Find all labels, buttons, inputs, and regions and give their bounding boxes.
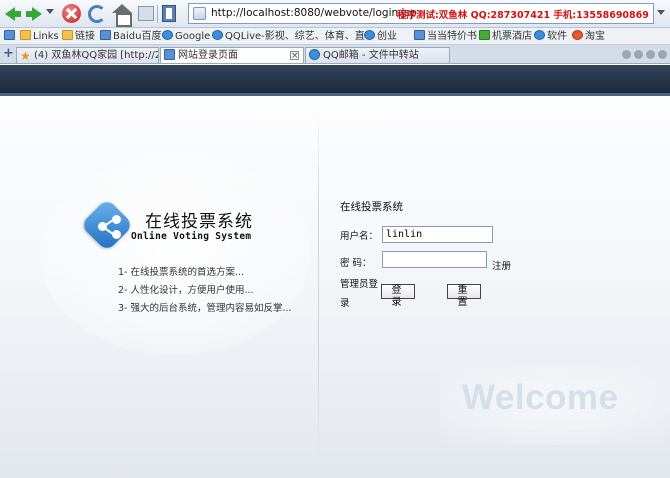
bookmark-label: QQLive-影视、综艺、体育、直播，...	[225, 31, 365, 42]
left-glow	[40, 155, 310, 355]
tab-menu-icon[interactable]	[622, 50, 631, 59]
toolbar-separator	[157, 5, 158, 23]
tab-label: QQ邮箱 - 文件中转站	[323, 50, 419, 61]
admin-login-link[interactable]: 管理员登 录	[340, 276, 378, 309]
tab-qq-mail[interactable]: QQ邮箱 - 文件中转站	[305, 47, 450, 63]
tab-login-page[interactable]: 网站登录页面 ×	[160, 47, 304, 63]
address-bar[interactable]: http://localhost:8080/webvote/login.jsp …	[188, 3, 654, 24]
folder-icon	[62, 30, 73, 40]
back-arrow-icon[interactable]	[3, 4, 23, 24]
brand-name-cn: 在线投票系统	[145, 212, 253, 232]
history-dropdown-icon[interactable]	[46, 9, 54, 14]
bookmark-item[interactable]: 当当特价书	[414, 30, 477, 43]
bookmark-item[interactable]: QQLive-影视、综艺、体育、直播，...	[212, 30, 365, 43]
new-tab-icon[interactable]: +	[3, 47, 15, 60]
welcome-text: Welcome	[462, 378, 619, 417]
close-tab-icon[interactable]: ×	[290, 51, 299, 61]
forward-arrow-icon[interactable]	[24, 4, 44, 24]
admin-link-line1: 管理员登	[340, 279, 379, 290]
register-link[interactable]: 注册	[492, 258, 511, 272]
voting-logo-icon	[80, 198, 134, 252]
bookmark-label: Links	[33, 31, 59, 42]
bookmark-bar-icon	[4, 30, 17, 43]
address-note: 程序测试:双鱼林 QQ:287307421 手机:13558690869	[397, 10, 649, 21]
tab-qq-home[interactable]: ★(4) 双鱼林QQ家园 [http://28...	[16, 47, 159, 63]
password-input[interactable]	[382, 251, 487, 268]
page-favicon-icon	[193, 7, 206, 20]
login-button[interactable]: 登 录	[381, 284, 415, 308]
page-icon	[164, 49, 175, 60]
bookmark-label: Google	[175, 31, 211, 42]
bookmarks-bar: Links 链接 Baidu百度 Google QQLive-影视、综艺、体育、…	[0, 28, 670, 45]
browser-toolbar: http://localhost:8080/webvote/login.jsp …	[0, 0, 670, 28]
flight-icon	[479, 30, 490, 40]
bookmarks-book-icon	[4, 30, 15, 40]
center-divider	[318, 105, 319, 465]
software-icon	[534, 30, 545, 40]
tab-label: 网站登录页面	[178, 50, 238, 61]
bookmark-item[interactable]: Google	[162, 30, 210, 43]
tab-list-icon[interactable]	[658, 50, 667, 59]
tab-scroll-left-icon[interactable]	[634, 50, 643, 59]
username-input[interactable]	[382, 226, 493, 243]
bookmark-item[interactable]: 链接	[62, 30, 95, 43]
address-dropdown-icon[interactable]	[657, 10, 665, 15]
baidu-icon	[100, 30, 111, 40]
reset-button[interactable]: 重 置	[447, 284, 481, 308]
qqlive-icon	[212, 30, 223, 40]
taobao-icon	[572, 30, 583, 40]
bookmark-item[interactable]: 创业	[364, 30, 397, 43]
startup-icon	[364, 30, 375, 40]
bookmark-label: 当当特价书	[427, 31, 477, 42]
star-icon: ★	[20, 49, 31, 63]
bookmark-icon[interactable]	[162, 5, 176, 22]
google-icon	[162, 30, 173, 40]
folder-icon	[20, 30, 31, 40]
qqmail-icon	[309, 49, 320, 60]
bookmark-label: 淘宝	[585, 31, 605, 42]
bookmark-label: 软件	[547, 31, 567, 42]
feature-item: 3- 强大的后台系统，管理内容易如反掌...	[118, 303, 292, 314]
feature-item: 1- 在线投票系统的首选方案...	[118, 267, 245, 278]
brand-name-en: Online Voting System	[131, 231, 252, 242]
history-icon[interactable]	[138, 6, 154, 21]
bookmark-label: 链接	[75, 31, 95, 42]
home-icon[interactable]	[112, 4, 132, 27]
bookmark-item[interactable]: Links	[20, 30, 59, 43]
bookmark-item[interactable]: Baidu百度	[100, 30, 161, 43]
bookmark-item[interactable]: 淘宝	[572, 30, 605, 43]
dangdang-icon	[414, 30, 425, 40]
tab-bar: + ★(4) 双鱼林QQ家园 [http://28... 网站登录页面 × QQ…	[0, 45, 670, 64]
bookmark-label: 机票酒店	[492, 31, 532, 42]
admin-link-line2: 录	[340, 298, 350, 309]
login-form-title: 在线投票系统	[340, 201, 403, 213]
bookmark-label: 创业	[377, 31, 397, 42]
address-url[interactable]: http://localhost:8080/webvote/login.jsp	[211, 7, 417, 19]
tab-label: (4) 双鱼林QQ家园 [http://28...	[34, 50, 158, 61]
bookmark-item[interactable]: 机票酒店	[479, 30, 532, 43]
login-page: 在线投票系统 Online Voting System 1- 在线投票系统的首选…	[0, 65, 670, 478]
refresh-icon[interactable]	[88, 5, 106, 23]
bookmark-label: Baidu百度	[113, 31, 162, 42]
bookmark-item[interactable]: 软件	[534, 30, 567, 43]
password-label: 密 码：	[340, 258, 372, 269]
tab-scroll-right-icon[interactable]	[646, 50, 655, 59]
page-header-band	[0, 65, 670, 96]
feature-item: 2- 人性化设计，方便用户使用...	[118, 285, 254, 296]
stop-icon[interactable]	[62, 4, 81, 23]
username-label: 用户名：	[340, 231, 379, 242]
